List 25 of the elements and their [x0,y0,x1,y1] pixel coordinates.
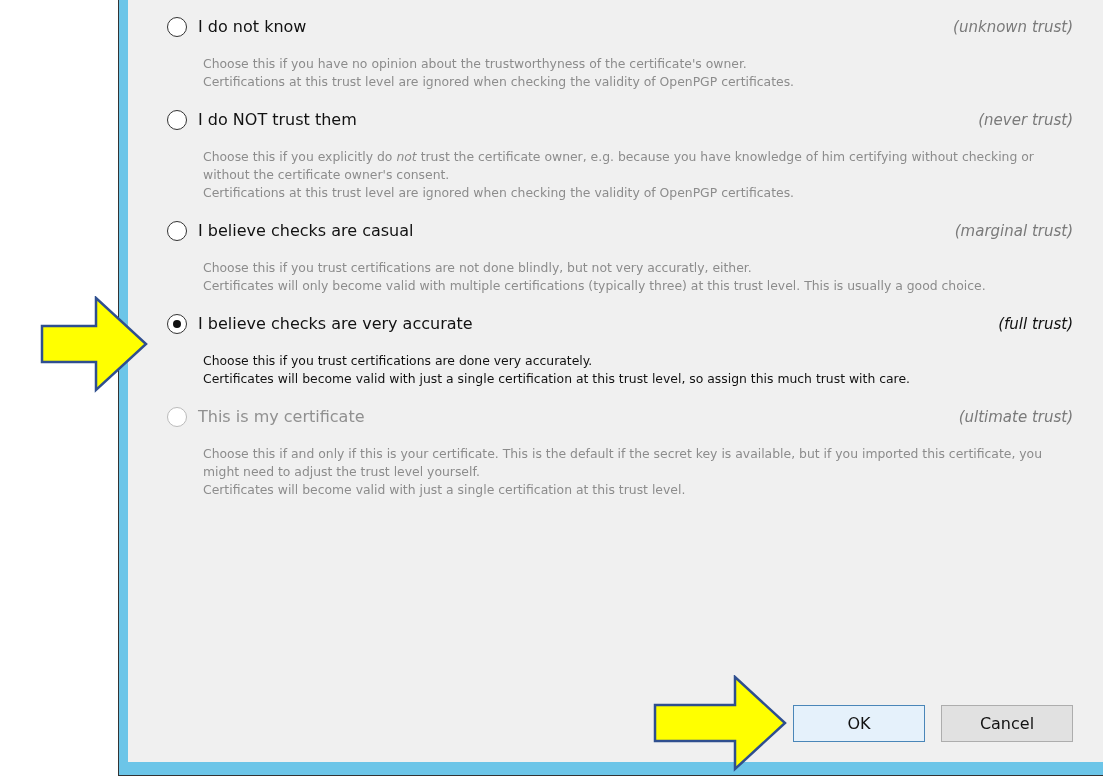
radio-button[interactable] [167,314,187,334]
option-description: Choose this if and only if this is your certificate. This is the default if the secret key is available, but if you imported this certificate, you might need to adjust the trust level yourself. [203,445,1044,481]
option-description: Choose this if you trust certifications are done very accurately. [203,352,594,370]
option-description: Choose this if you trust certifications are not done blindly, but not very accuratly, either. [203,259,753,277]
option-description: Certifications at this trust level are ignored when checking the validity of OpenPGP certificates. [203,73,796,91]
radio-button[interactable] [167,17,187,37]
trust-level-label: (never trust) [978,109,1073,131]
radio-button[interactable] [167,221,187,241]
radio-button[interactable] [167,110,187,130]
option-description: Certificates will become valid with just a single certification at this trust level, so assign this much trust with care. [203,370,911,388]
option-description: Choose this if you have no opinion about the trustworthyness of the certificate's owner. [203,55,748,73]
option-label[interactable]: I do not know [198,15,307,39]
trust-level-label: (unknown trust) [953,16,1073,38]
cancel-button[interactable]: Cancel [941,705,1073,742]
option-description: Choose this if you explicitly do not trust the certificate owner, e.g. because you have knowledge of him certifying without checking or without the certificate owner's consent. [203,148,1035,184]
trust-level-label: (ultimate trust) [958,406,1073,428]
option-label[interactable]: I do NOT trust them [198,108,357,132]
option-description: Certifications at this trust level are ignored when checking the validity of OpenPGP certificates. [203,184,796,202]
trust-level-label: (full trust) [998,313,1073,335]
ok-button[interactable]: OK [793,705,925,742]
option-description: Certificates will become valid with just a single certification at this trust level. [203,481,687,499]
option-label[interactable]: I believe checks are casual [198,219,414,243]
trust-level-label: (marginal trust) [954,220,1073,242]
option-description: Certificates will only become valid with multiple certifications (typically three) at this trust level. This is usually a good choice. [203,277,987,295]
option-label[interactable]: I believe checks are very accurate [198,312,473,336]
